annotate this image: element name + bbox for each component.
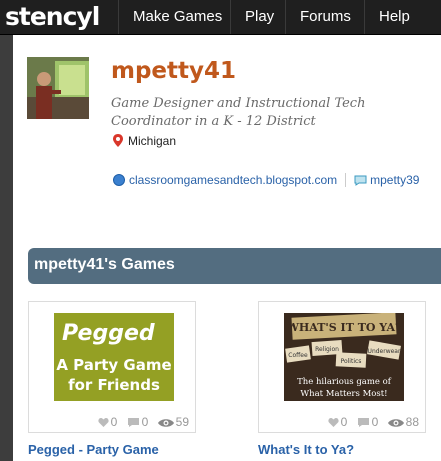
location-pin-icon [113, 134, 123, 147]
stencyl-logo[interactable]: stencyl [5, 2, 100, 31]
comments-count: 0 [141, 415, 149, 429]
nav-make-games[interactable]: Make Games [118, 0, 236, 34]
profile-username: mpetty41 [111, 58, 237, 84]
views-count: 59 [175, 415, 189, 429]
website-link[interactable]: classroomgamesandtech.blogspot.com [129, 173, 337, 187]
games-section-header: mpetty41's Games [28, 248, 441, 284]
wity-tagline-1: The hilarious game of [297, 377, 392, 387]
wity-thumb-title: WHAT'S IT TO YA? [286, 321, 402, 334]
views-stat: 88 [387, 415, 419, 429]
nav-play[interactable]: Play [230, 0, 288, 34]
comment-icon [357, 418, 369, 427]
views-count: 88 [405, 415, 419, 429]
link-divider [345, 173, 347, 187]
pegged-thumb-line-1: A Party Game [56, 356, 171, 374]
likes-stat: 0 [97, 415, 118, 429]
heart-icon [327, 417, 339, 427]
game-stats: 0 0 88 [322, 415, 419, 429]
card-religion: Religion [315, 346, 339, 353]
profile-location: Michigan [113, 134, 176, 148]
comments-count: 0 [371, 415, 379, 429]
left-gutter [0, 35, 13, 461]
heart-icon [97, 417, 109, 427]
location-label: Michigan [128, 134, 177, 148]
game-title-pegged[interactable]: Pegged - Party Game [28, 442, 159, 457]
globe-icon [113, 174, 125, 186]
chat-bubble-icon [354, 175, 367, 186]
game-thumbnail-whats-it-to-ya[interactable]: WHAT'S IT TO YA? Coffee Religion Politic… [284, 313, 404, 401]
profile-page: mpetty41 Game Designer and Instructional… [13, 35, 441, 461]
comment-icon [127, 418, 139, 427]
games-section-title: mpetty41's Games [34, 256, 175, 273]
card-politics: Politics [341, 358, 362, 365]
game-card-pegged[interactable]: Pegged A Party Game for Friends 0 0 59 [28, 301, 196, 433]
pegged-thumb-line-2: for Friends [68, 376, 160, 394]
likes-count: 0 [340, 415, 348, 429]
card-coffee: Coffee [288, 352, 308, 359]
likes-count: 0 [110, 415, 118, 429]
chat-handle-link[interactable]: mpetty39 [370, 173, 419, 187]
game-title-whats-it-to-ya[interactable]: What's It to Ya? [258, 442, 354, 457]
likes-stat: 0 [327, 415, 348, 429]
profile-bio: Game Designer and Instructional Tech Coo… [111, 96, 366, 129]
pegged-thumb-title: Pegged [62, 321, 155, 346]
top-navigation-bar: stencyl Make Games Play Forums Help [0, 0, 441, 35]
avatar [27, 57, 89, 119]
views-stat: 59 [157, 415, 189, 429]
game-thumbnail-pegged[interactable]: Pegged A Party Game for Friends [54, 313, 174, 401]
eye-icon [387, 419, 404, 427]
avatar-photo [27, 57, 89, 119]
eye-icon [157, 419, 174, 427]
wity-tagline-2: What Matters Most! [300, 389, 387, 399]
comments-stat: 0 [127, 415, 149, 429]
nav-forums[interactable]: Forums [285, 0, 365, 34]
card-underwear: Underwear [368, 348, 401, 355]
game-card-whats-it-to-ya[interactable]: WHAT'S IT TO YA? Coffee Religion Politic… [258, 301, 426, 433]
profile-links: classroomgamesandtech.blogspot.com mpett… [113, 173, 419, 187]
game-stats: 0 0 59 [92, 415, 189, 429]
nav-help[interactable]: Help [364, 0, 424, 34]
comments-stat: 0 [357, 415, 379, 429]
